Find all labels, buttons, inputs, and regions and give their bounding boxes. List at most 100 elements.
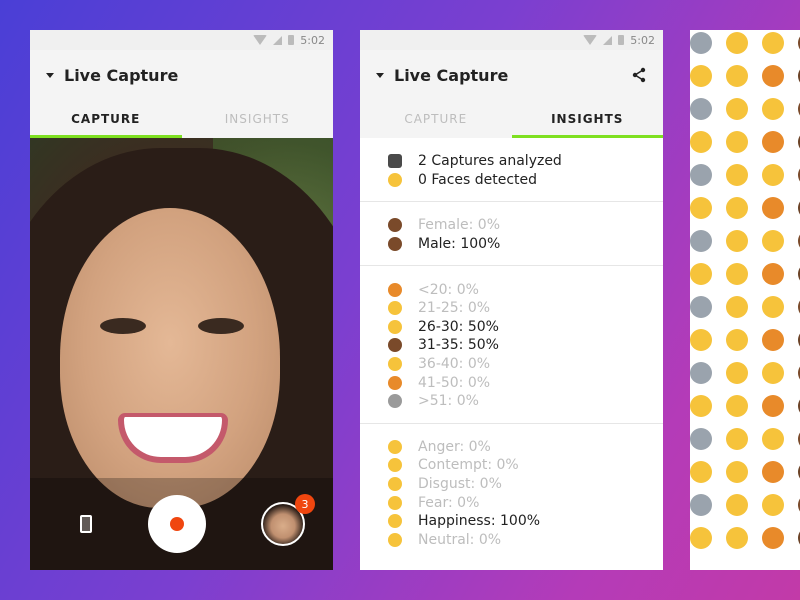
right-eye — [198, 318, 244, 334]
emoji-icon — [726, 263, 748, 285]
emotion-value: Happiness: 100% — [418, 513, 541, 530]
emoji-icon — [690, 527, 712, 549]
left-eye — [100, 318, 146, 334]
emoji-icon — [762, 230, 784, 252]
emoji-icon — [690, 329, 712, 351]
emoji-pattern-panel — [690, 30, 800, 570]
captures-thumbnail[interactable]: 3 — [261, 494, 315, 546]
record-button[interactable] — [147, 495, 206, 553]
emoji-icon — [726, 65, 748, 87]
status-time: 5:02 — [300, 33, 325, 47]
emoji-icon — [726, 494, 748, 516]
emoji-icon — [690, 98, 712, 120]
list-item: Contempt: 0% — [388, 456, 663, 475]
emotion-value: Fear: 0% — [418, 494, 480, 511]
list-item: Happiness: 100% — [388, 512, 663, 531]
cellular-icon — [273, 35, 283, 45]
dropdown-caret-icon[interactable] — [46, 72, 54, 78]
wifi-icon — [583, 35, 598, 45]
battery-icon — [288, 35, 295, 45]
tab-bar: CAPTURE INSIGHTS — [30, 100, 333, 138]
gender-section: Female: 0% Male: 100% — [360, 202, 663, 267]
faces-detected: 0 Faces detected — [418, 171, 538, 188]
emoji-icon — [726, 164, 748, 186]
emoji-icon — [690, 263, 712, 285]
insights-screen: 5:02 Live Capture CAPTURE INSIGHTS 2 Cap… — [360, 30, 663, 570]
emoji-icon — [690, 461, 712, 483]
emoji-icon — [762, 65, 784, 87]
age-range: 36-40: 0% — [418, 356, 491, 373]
list-item: 31-35: 50% — [388, 336, 663, 355]
emoji-icon — [690, 230, 712, 252]
emoji-icon — [690, 428, 712, 450]
man-icon — [388, 237, 402, 252]
gender-female: Female: 0% — [418, 217, 500, 234]
emoji-icon — [690, 65, 712, 87]
emoji-icon — [762, 296, 784, 318]
emoji-icon — [762, 329, 784, 351]
list-item: Anger: 0% — [388, 438, 663, 457]
tab-insights[interactable]: INSIGHTS — [511, 100, 664, 138]
baby-icon — [388, 282, 402, 297]
camera-icon — [388, 154, 402, 169]
list-item: 36-40: 0% — [388, 355, 663, 374]
tab-capture[interactable]: CAPTURE — [30, 100, 182, 138]
app-title[interactable]: Live Capture — [394, 66, 631, 85]
age-range: <20: 0% — [418, 281, 479, 298]
capture-screen: 5:02 Live Capture CAPTURE INSIGHTS 3 — [30, 30, 333, 570]
emoji-icon — [690, 395, 712, 417]
battery-icon — [618, 35, 625, 45]
smile — [118, 413, 228, 463]
share-icon[interactable] — [631, 67, 647, 83]
list-item: Male: 100% — [388, 235, 663, 254]
age-range: 26-30: 50% — [418, 318, 499, 335]
list-item: >51: 0% — [388, 392, 663, 411]
app-bar: Live Capture — [360, 50, 663, 100]
emoji-grid — [690, 30, 800, 549]
emotion-value: Contempt: 0% — [418, 457, 519, 474]
emoji-icon — [690, 197, 712, 219]
dropdown-caret-icon[interactable] — [376, 72, 384, 78]
list-item: 41-50: 0% — [388, 373, 663, 392]
record-dot-icon — [169, 517, 184, 531]
age-range: 21-25: 0% — [418, 300, 491, 317]
emoji-icon — [726, 131, 748, 153]
tab-capture[interactable]: CAPTURE — [360, 100, 512, 138]
youth-icon — [388, 301, 402, 316]
wifi-icon — [253, 35, 268, 45]
emoji-icon — [762, 32, 784, 54]
tab-bar: CAPTURE INSIGHTS — [360, 100, 663, 138]
age-range: >51: 0% — [418, 393, 479, 410]
list-item: 2 Captures analyzed — [388, 152, 663, 171]
neutral-face-icon — [388, 532, 402, 547]
emoji-icon — [762, 461, 784, 483]
emotion-section: Anger: 0% Contempt: 0% Disgust: 0% Fear:… — [360, 424, 663, 562]
emoji-icon — [762, 395, 784, 417]
emoji-icon — [690, 164, 712, 186]
emoji-icon — [762, 362, 784, 384]
face-icon — [388, 172, 402, 187]
emoji-icon — [690, 494, 712, 516]
camera-preview: 3 — [30, 138, 333, 570]
app-title[interactable]: Live Capture — [64, 66, 317, 85]
age-range: 41-50: 0% — [418, 374, 491, 391]
age-range: 31-35: 50% — [418, 337, 499, 354]
emoji-icon — [762, 131, 784, 153]
young-adult-icon — [388, 319, 402, 334]
emoji-icon — [726, 32, 748, 54]
emoji-icon — [762, 494, 784, 516]
list-item: 21-25: 0% — [388, 299, 663, 318]
emoji-icon — [726, 230, 748, 252]
emoji-icon — [690, 131, 712, 153]
emoji-icon — [762, 164, 784, 186]
list-item: Fear: 0% — [388, 493, 663, 512]
middle-aged-icon — [388, 375, 402, 390]
status-bar: 5:02 — [30, 30, 333, 50]
woman-icon — [388, 218, 402, 233]
tab-insights[interactable]: INSIGHTS — [182, 100, 334, 138]
angry-face-icon — [388, 439, 402, 454]
emoji-icon — [690, 362, 712, 384]
emotion-value: Disgust: 0% — [418, 476, 502, 493]
smiling-face-icon — [388, 514, 402, 529]
device-orientation-icon[interactable] — [80, 515, 92, 533]
